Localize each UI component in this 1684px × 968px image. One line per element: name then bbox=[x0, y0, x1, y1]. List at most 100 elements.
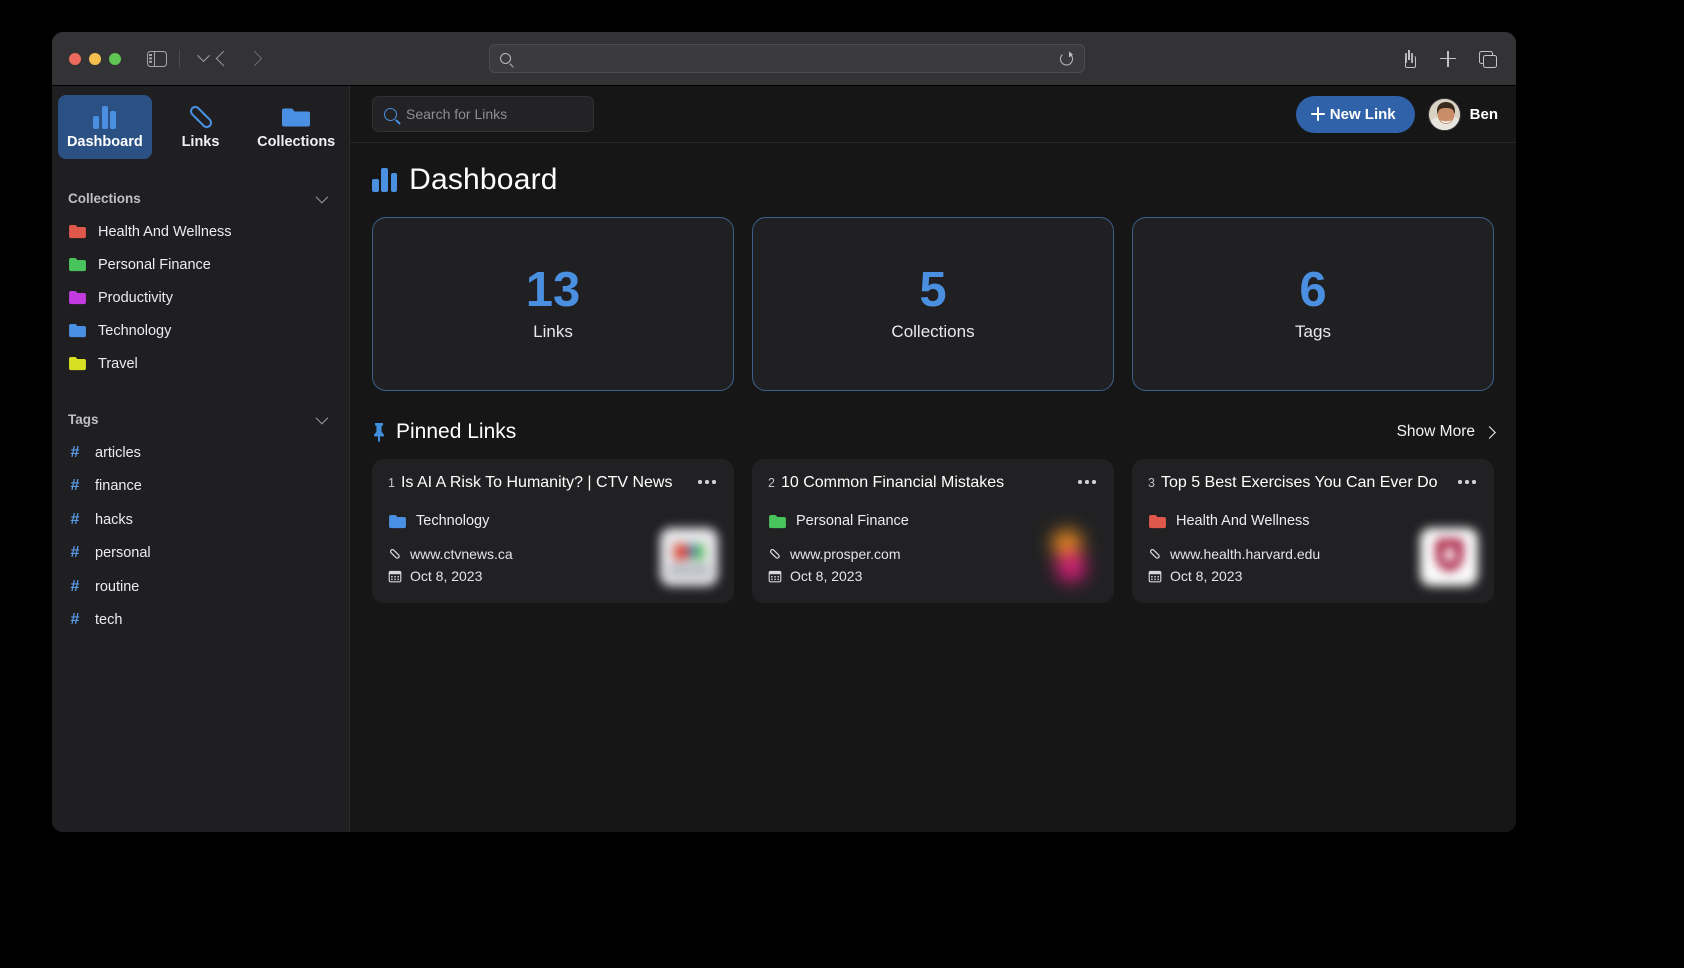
pinned-links-header: Pinned Links Show More bbox=[372, 420, 1496, 444]
sidebar-item-label: Dashboard bbox=[66, 133, 143, 150]
main-content: New Link Ben bbox=[350, 86, 1516, 832]
sidebar-item-label: Collections bbox=[257, 133, 336, 150]
link-card-index: 2 bbox=[768, 476, 775, 490]
tag-item-label: tech bbox=[95, 612, 123, 629]
show-more-button[interactable]: Show More bbox=[1396, 423, 1496, 441]
tag-item-routine[interactable]: # routine bbox=[52, 570, 349, 604]
chevron-down-icon[interactable] bbox=[315, 190, 329, 203]
tags-section-header[interactable]: Tags bbox=[52, 402, 349, 436]
main-header: New Link Ben bbox=[350, 86, 1516, 143]
back-icon[interactable] bbox=[215, 50, 232, 67]
header-actions: New Link Ben bbox=[1295, 95, 1498, 133]
hash-icon: # bbox=[70, 544, 80, 562]
show-more-label: Show More bbox=[1396, 423, 1475, 440]
share-icon[interactable] bbox=[1402, 49, 1417, 68]
new-link-button[interactable]: New Link bbox=[1295, 95, 1415, 133]
collection-item-travel[interactable]: Travel bbox=[52, 347, 349, 380]
forward-icon[interactable] bbox=[246, 50, 263, 67]
chevron-down-icon[interactable] bbox=[197, 49, 210, 63]
collection-item-productivity[interactable]: Productivity bbox=[52, 281, 349, 314]
link-card-date: Oct 8, 2023 bbox=[1170, 568, 1243, 584]
link-card-menu-button[interactable] bbox=[1450, 473, 1478, 484]
link-card-date: Oct 8, 2023 bbox=[790, 568, 863, 584]
link-card[interactable]: 1 Is AI A Risk To Humanity? | CTV News T… bbox=[372, 459, 734, 603]
stat-value: 5 bbox=[919, 263, 947, 317]
link-card[interactable]: 2 10 Common Financial Mistakes Personal … bbox=[752, 459, 1114, 603]
link-card-menu-button[interactable] bbox=[690, 473, 718, 484]
tag-item-articles[interactable]: # articles bbox=[52, 436, 349, 470]
collection-item-label: Technology bbox=[98, 322, 172, 339]
new-link-button-label: New Link bbox=[1329, 105, 1396, 123]
tag-item-label: finance bbox=[95, 478, 142, 495]
link-card-menu-button[interactable] bbox=[1070, 473, 1098, 484]
collection-item-personal-finance[interactable]: Personal Finance bbox=[52, 248, 349, 281]
folder-icon bbox=[69, 323, 86, 338]
new-tab-icon[interactable] bbox=[1440, 50, 1456, 67]
search-input[interactable] bbox=[406, 106, 582, 122]
page-title: Dashboard bbox=[409, 163, 558, 196]
stat-card-tags[interactable]: 6 Tags bbox=[1132, 217, 1494, 391]
tag-item-hacks[interactable]: # hacks bbox=[52, 503, 349, 537]
collection-item-label: Health And Wellness bbox=[98, 223, 232, 240]
user-menu[interactable]: Ben bbox=[1427, 97, 1498, 131]
folder-icon bbox=[1149, 514, 1166, 528]
search-icon bbox=[500, 53, 511, 64]
chart-bar-icon bbox=[372, 168, 398, 192]
tags-section-title: Tags bbox=[68, 411, 99, 427]
pinned-links-grid: 1 Is AI A Risk To Humanity? | CTV News T… bbox=[372, 459, 1494, 603]
stat-label: Tags bbox=[1295, 322, 1331, 341]
sidebar-item-dashboard[interactable]: Dashboard bbox=[58, 95, 152, 159]
hash-icon: # bbox=[70, 611, 80, 629]
tag-item-label: personal bbox=[95, 545, 151, 562]
folder-icon bbox=[69, 257, 86, 272]
link-card-collection[interactable]: Personal Finance bbox=[768, 513, 1098, 529]
sidebar-toggle-icon[interactable] bbox=[147, 50, 167, 67]
hash-icon: # bbox=[70, 477, 80, 495]
link-card-index: 1 bbox=[388, 476, 395, 490]
close-window-button[interactable] bbox=[69, 52, 81, 65]
link-card-collection[interactable]: Technology bbox=[388, 513, 718, 529]
minimize-window-button[interactable] bbox=[89, 52, 101, 65]
link-card-thumbnail bbox=[660, 528, 718, 586]
collection-item-label: Travel bbox=[98, 355, 138, 372]
stat-card-collections[interactable]: 5 Collections bbox=[752, 217, 1114, 391]
link-card-collection[interactable]: Health And Wellness bbox=[1148, 513, 1478, 529]
tag-item-tech[interactable]: # tech bbox=[52, 604, 349, 638]
stats-grid: 13 Links 5 Collections 6 Tags bbox=[372, 217, 1494, 391]
collection-item-technology[interactable]: Technology bbox=[52, 314, 349, 347]
reload-icon[interactable] bbox=[1060, 51, 1073, 65]
hash-icon: # bbox=[70, 577, 80, 595]
link-card-thumbnail bbox=[1420, 528, 1478, 586]
page-title-row: Dashboard bbox=[372, 163, 1494, 197]
folder-icon bbox=[389, 514, 406, 528]
sidebar-nav-tabs: Dashboard Links Collections bbox=[52, 92, 349, 159]
tag-item-finance[interactable]: # finance bbox=[52, 470, 349, 504]
tag-item-personal[interactable]: # personal bbox=[52, 537, 349, 571]
user-name: Ben bbox=[1469, 105, 1498, 123]
traffic-lights bbox=[52, 52, 121, 65]
sidebar-item-collections[interactable]: Collections bbox=[249, 95, 343, 159]
collection-item-health-and-wellness[interactable]: Health And Wellness bbox=[52, 215, 349, 248]
link-card-title: Top 5 Best Exercises You Can Ever Do bbox=[1160, 474, 1438, 491]
maximize-window-button[interactable] bbox=[109, 52, 121, 65]
pin-icon bbox=[374, 423, 384, 442]
folder-icon bbox=[69, 356, 86, 371]
chevron-down-icon[interactable] bbox=[315, 411, 329, 424]
collections-section-header[interactable]: Collections bbox=[52, 181, 349, 215]
link-card-collection-label: Personal Finance bbox=[796, 513, 909, 529]
stat-value: 13 bbox=[525, 263, 581, 317]
address-bar[interactable] bbox=[489, 44, 1085, 73]
search-box[interactable] bbox=[372, 96, 594, 132]
link-card-title-row: 2 10 Common Financial Mistakes bbox=[768, 473, 1098, 493]
sidebar-item-links[interactable]: Links bbox=[154, 95, 248, 159]
stat-card-links[interactable]: 13 Links bbox=[372, 217, 734, 391]
hash-icon: # bbox=[70, 443, 80, 461]
tag-item-label: hacks bbox=[95, 511, 133, 528]
link-icon bbox=[189, 105, 212, 128]
folder-icon bbox=[69, 224, 86, 239]
stat-value: 6 bbox=[1299, 263, 1327, 317]
tab-overview-icon[interactable] bbox=[1479, 51, 1497, 68]
tag-item-label: articles bbox=[95, 444, 141, 461]
folder-icon bbox=[282, 108, 311, 126]
link-card[interactable]: 3 Top 5 Best Exercises You Can Ever Do H… bbox=[1132, 459, 1494, 603]
